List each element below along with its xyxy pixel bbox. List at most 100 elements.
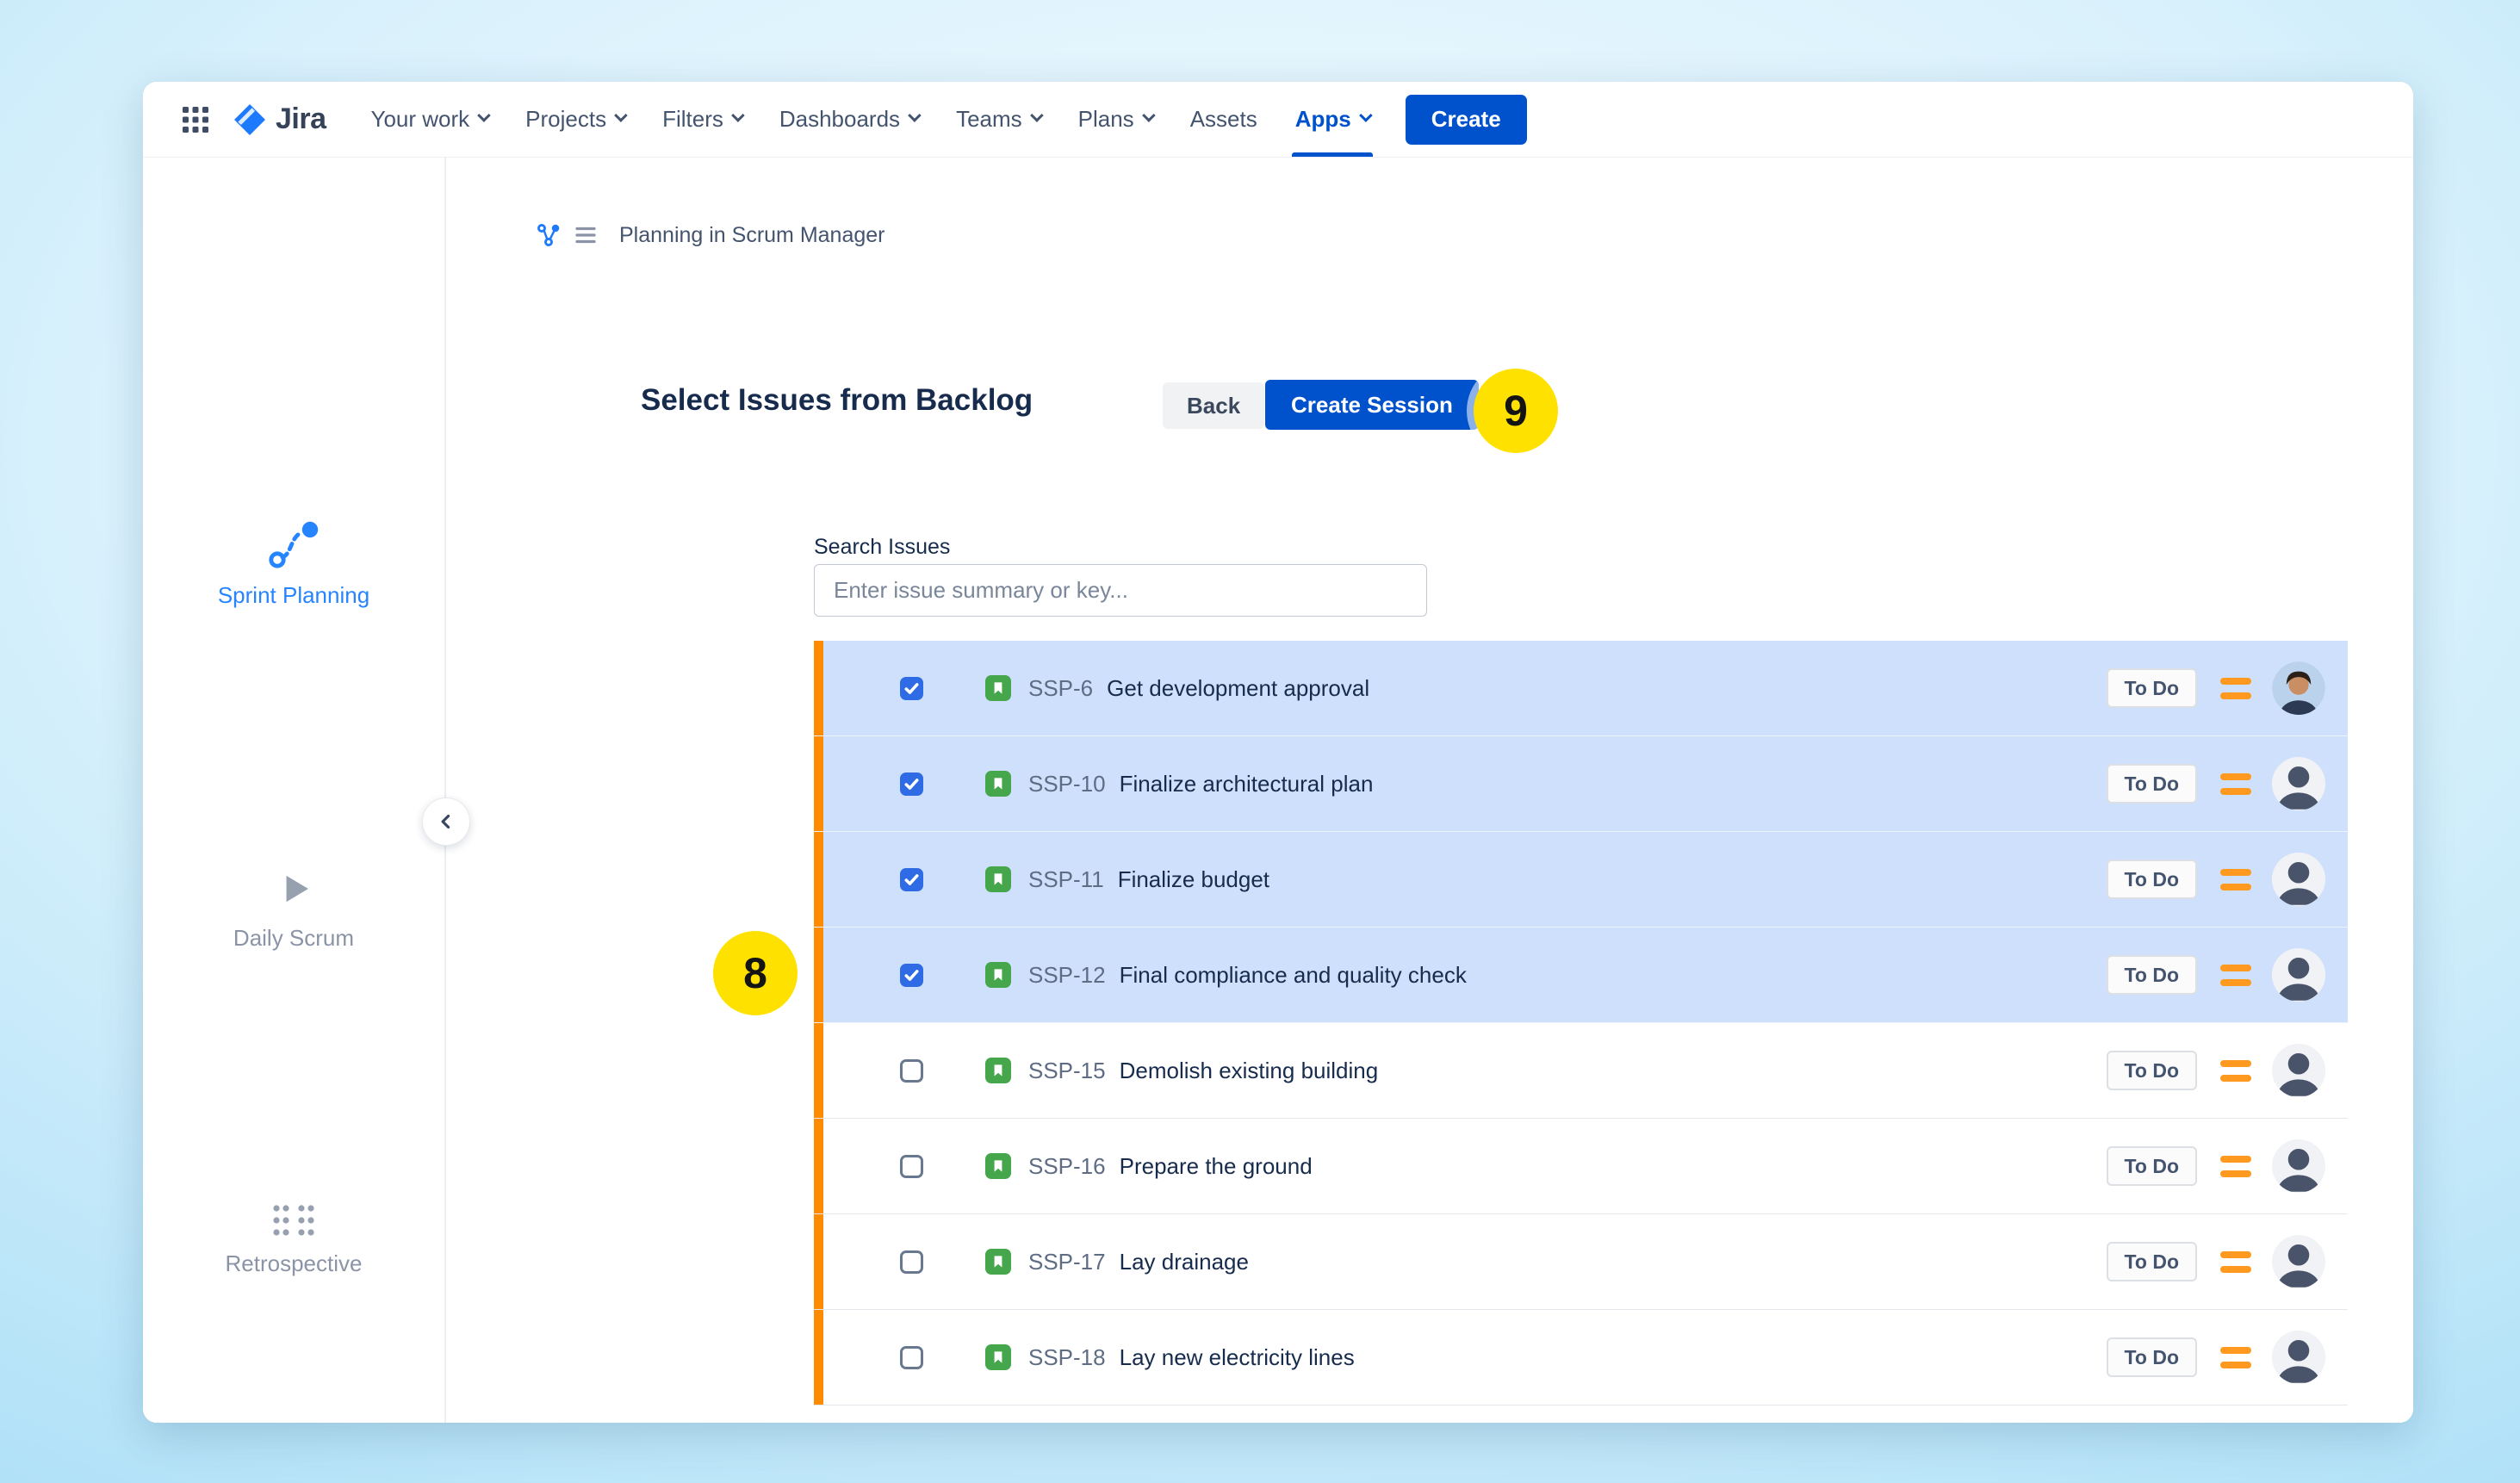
list-icon: [573, 222, 599, 248]
assignee-avatar[interactable]: [2272, 661, 2325, 715]
issue-checkbox[interactable]: [900, 964, 923, 987]
priority-accent-bar: [814, 736, 823, 831]
story-type-icon: [985, 1153, 1011, 1179]
issue-row-ssp-10[interactable]: SSP-10 Finalize architectural plan To Do: [814, 736, 2348, 832]
priority-medium-icon: [2220, 1156, 2251, 1177]
sidebar-item-retrospective[interactable]: Retrospective: [143, 1203, 444, 1277]
breadcrumb[interactable]: Planning in Scrum Manager: [535, 221, 885, 249]
checkmark-icon: [903, 680, 920, 697]
nav-item-label: Assets: [1190, 106, 1257, 133]
main-content: Planning in Scrum Manager Select Issues …: [446, 158, 2413, 1423]
issue-summary: Prepare the ground: [1120, 1153, 1313, 1180]
status-badge: To Do: [2107, 1242, 2197, 1281]
create-button[interactable]: Create: [1406, 95, 1527, 145]
nav-item-assets[interactable]: Assets: [1190, 82, 1257, 157]
annotation-step-badge-8: 8: [713, 931, 798, 1015]
sidebar-item-label: Sprint Planning: [143, 582, 444, 609]
issue-checkbox[interactable]: [900, 1059, 923, 1083]
priority-accent-bar: [814, 1310, 823, 1405]
sprint-planning-route-icon: [266, 519, 321, 569]
nav-item-plans[interactable]: Plans: [1078, 82, 1152, 157]
top-navigation: Jira Your work Projects Filters Dashboar…: [143, 82, 2413, 158]
priority-medium-icon: [2220, 965, 2251, 986]
status-badge: To Do: [2107, 1146, 2197, 1186]
jira-logo-text: Jira: [276, 102, 326, 136]
issue-checkbox[interactable]: [900, 1155, 923, 1178]
issue-summary: Finalize architectural plan: [1120, 771, 1374, 797]
priority-accent-bar: [814, 928, 823, 1022]
issue-checkbox[interactable]: [900, 773, 923, 796]
nav-item-label: Filters: [662, 106, 723, 133]
status-badge: To Do: [2107, 1051, 2197, 1090]
search-label: Search Issues: [814, 535, 950, 560]
back-button[interactable]: Back: [1163, 382, 1264, 429]
default-avatar-icon: [2272, 1139, 2325, 1193]
issue-key: SSP-11: [1028, 866, 1104, 893]
assignee-avatar[interactable]: [2272, 1331, 2325, 1384]
status-badge: To Do: [2107, 1337, 2197, 1377]
priority-medium-icon: [2220, 869, 2251, 890]
annotation-step-badge-9: 9: [1474, 369, 1558, 453]
nav-item-label: Your work: [371, 106, 470, 133]
chevron-down-icon: [1359, 109, 1373, 122]
issue-row-ssp-11[interactable]: SSP-11 Finalize budget To Do: [814, 832, 2348, 928]
nav-item-filters[interactable]: Filters: [662, 82, 742, 157]
assignee-avatar[interactable]: [2272, 853, 2325, 906]
sidebar-item-daily-scrum[interactable]: Daily Scrum: [143, 866, 444, 952]
app-switcher-icon[interactable]: [181, 105, 210, 134]
priority-accent-bar: [814, 1023, 823, 1118]
assignee-avatar[interactable]: [2272, 948, 2325, 1002]
nav-item-projects[interactable]: Projects: [525, 82, 624, 157]
nav-item-label: Dashboards: [779, 106, 900, 133]
assignee-avatar[interactable]: [2272, 1044, 2325, 1097]
default-avatar-icon: [2272, 1044, 2325, 1097]
nav-item-teams[interactable]: Teams: [956, 82, 1040, 157]
assignee-avatar[interactable]: [2272, 1139, 2325, 1193]
priority-accent-bar: [814, 832, 823, 927]
sidebar: Sprint Planning Daily Scrum Retrospectiv…: [143, 158, 446, 1423]
issue-summary: Final compliance and quality check: [1120, 962, 1467, 989]
issue-row-ssp-17[interactable]: SSP-17 Lay drainage To Do: [814, 1214, 2348, 1310]
jira-logo-icon: [231, 101, 269, 139]
issue-checkbox[interactable]: [900, 677, 923, 700]
issue-key: SSP-6: [1028, 675, 1093, 702]
grid-dots-icon: [270, 1203, 318, 1238]
issue-row-ssp-16[interactable]: SSP-16 Prepare the ground To Do: [814, 1119, 2348, 1214]
chevron-down-icon: [477, 109, 491, 122]
default-avatar-icon: [2272, 948, 2325, 1002]
issue-summary: Get development approval: [1107, 675, 1369, 702]
checkmark-icon: [903, 967, 920, 983]
chevron-down-icon: [1142, 109, 1156, 122]
issue-row-ssp-12[interactable]: SSP-12 Final compliance and quality chec…: [814, 928, 2348, 1023]
nav-item-label: Teams: [956, 106, 1022, 133]
nav-item-your-work[interactable]: Your work: [371, 82, 488, 157]
issue-row-ssp-15[interactable]: SSP-15 Demolish existing building To Do: [814, 1023, 2348, 1119]
issue-key: SSP-17: [1028, 1249, 1106, 1275]
status-badge: To Do: [2107, 764, 2197, 804]
story-type-icon: [985, 1058, 1011, 1083]
issue-checkbox[interactable]: [900, 868, 923, 891]
issue-row-ssp-6[interactable]: SSP-6 Get development approval To Do: [814, 641, 2348, 736]
assignee-avatar[interactable]: [2272, 757, 2325, 810]
nav-menu: Your work Projects Filters Dashboards Te…: [371, 82, 1369, 157]
create-session-button[interactable]: Create Session: [1265, 380, 1479, 430]
sidebar-item-label: Daily Scrum: [143, 925, 444, 952]
checkmark-icon: [903, 872, 920, 888]
collapse-sidebar-button[interactable]: [422, 797, 470, 846]
nav-item-apps[interactable]: Apps: [1295, 82, 1369, 157]
nav-item-dashboards[interactable]: Dashboards: [779, 82, 918, 157]
assignee-avatar[interactable]: [2272, 1235, 2325, 1288]
issue-checkbox[interactable]: [900, 1346, 923, 1369]
chevron-down-icon: [731, 109, 745, 122]
jira-logo[interactable]: Jira: [231, 101, 326, 139]
issue-key: SSP-10: [1028, 771, 1106, 797]
issue-summary: Lay drainage: [1120, 1249, 1249, 1275]
sidebar-item-sprint-planning[interactable]: Sprint Planning: [143, 519, 444, 609]
breadcrumb-label: Planning in Scrum Manager: [619, 223, 885, 248]
issue-checkbox[interactable]: [900, 1250, 923, 1274]
search-input[interactable]: [814, 564, 1427, 617]
chevron-left-icon: [435, 810, 457, 833]
issue-row-ssp-18[interactable]: SSP-18 Lay new electricity lines To Do: [814, 1310, 2348, 1405]
nav-item-label: Plans: [1078, 106, 1134, 133]
issue-summary: Lay new electricity lines: [1120, 1344, 1355, 1371]
